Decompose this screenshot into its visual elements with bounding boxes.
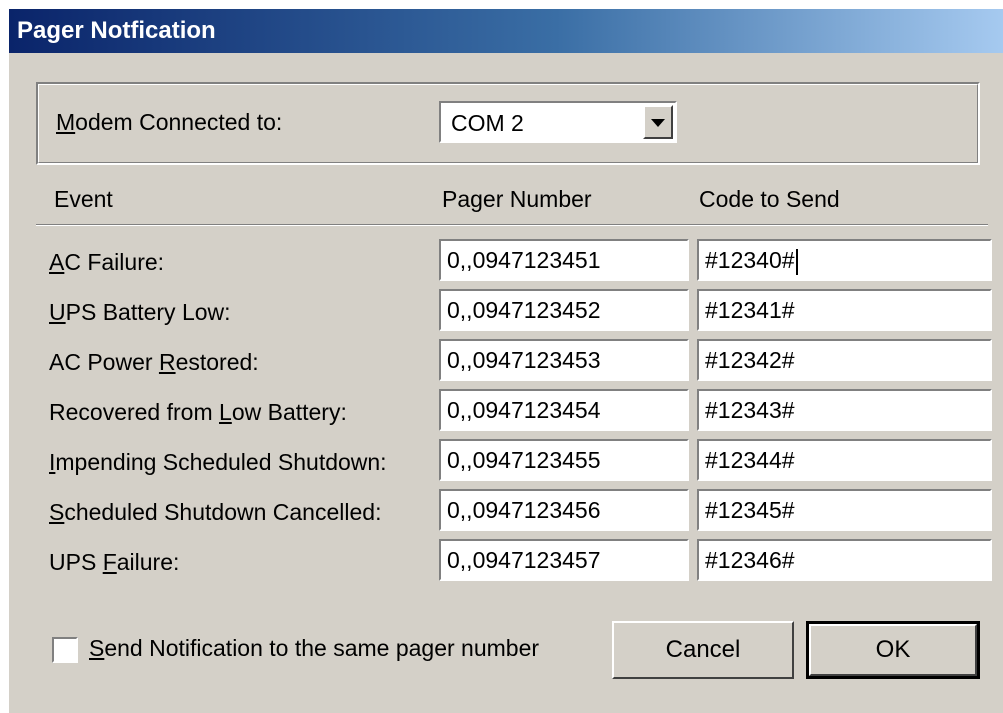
pager-number-input-recovered-low-battery[interactable]: 0,,0947123454 (439, 389, 689, 431)
event-label-recovered-low-battery: Recovered from Low Battery: (49, 399, 347, 425)
code-input-ups-failure[interactable]: #12346# (697, 539, 992, 581)
window-title: Pager Notfication (17, 17, 216, 44)
header-event: Event (54, 186, 113, 212)
same-pager-checkbox[interactable] (52, 637, 78, 663)
modem-port-value: COM 2 (451, 110, 524, 136)
code-input-impending-shutdown[interactable]: #12344# (697, 439, 992, 481)
event-label-ups-failure: UPS Failure: (49, 549, 180, 575)
event-label-ac-failure: AC Failure: (49, 249, 165, 275)
modem-label: Modem Connected to: (56, 109, 283, 135)
text-caret (795, 248, 798, 275)
pager-number-input-ac-power-restored[interactable]: 0,,0947123453 (439, 339, 689, 381)
code-input-recovered-low-battery[interactable]: #12343# (697, 389, 992, 431)
event-label-ups-battery-low: UPS Battery Low: (49, 299, 231, 325)
pager-number-input-ac-failure[interactable]: 0,,0947123451 (439, 239, 689, 281)
header-separator (36, 224, 988, 226)
code-input-ups-battery-low[interactable]: #12341# (697, 289, 992, 331)
ok-button[interactable]: OK (806, 621, 980, 679)
header-pager-number: Pager Number (442, 186, 592, 212)
dropdown-button[interactable] (643, 105, 673, 139)
event-label-impending-shutdown: Impending Scheduled Shutdown: (49, 449, 387, 475)
same-pager-label[interactable]: Send Notification to the same pager numb… (89, 635, 539, 662)
event-label-ac-power-restored: AC Power Restored: (49, 349, 259, 375)
code-input-ac-power-restored[interactable]: #12342# (697, 339, 992, 381)
modem-port-select[interactable]: COM 2 (439, 101, 677, 143)
pager-number-input-shutdown-cancelled[interactable]: 0,,0947123456 (439, 489, 689, 531)
code-input-shutdown-cancelled[interactable]: #12345# (697, 489, 992, 531)
pager-number-input-ups-failure[interactable]: 0,,0947123457 (439, 539, 689, 581)
code-input-ac-failure[interactable]: #12340# (697, 239, 992, 281)
header-code-to-send: Code to Send (699, 186, 840, 212)
chevron-down-icon (651, 119, 665, 127)
cancel-button[interactable]: Cancel (612, 621, 794, 679)
pager-number-input-ups-battery-low[interactable]: 0,,0947123452 (439, 289, 689, 331)
pager-notification-dialog: Pager Notfication Modem Connected to: CO… (8, 8, 1003, 713)
title-bar[interactable]: Pager Notfication (9, 9, 1003, 53)
event-label-shutdown-cancelled: Scheduled Shutdown Cancelled: (49, 499, 382, 525)
pager-number-input-impending-shutdown[interactable]: 0,,0947123455 (439, 439, 689, 481)
